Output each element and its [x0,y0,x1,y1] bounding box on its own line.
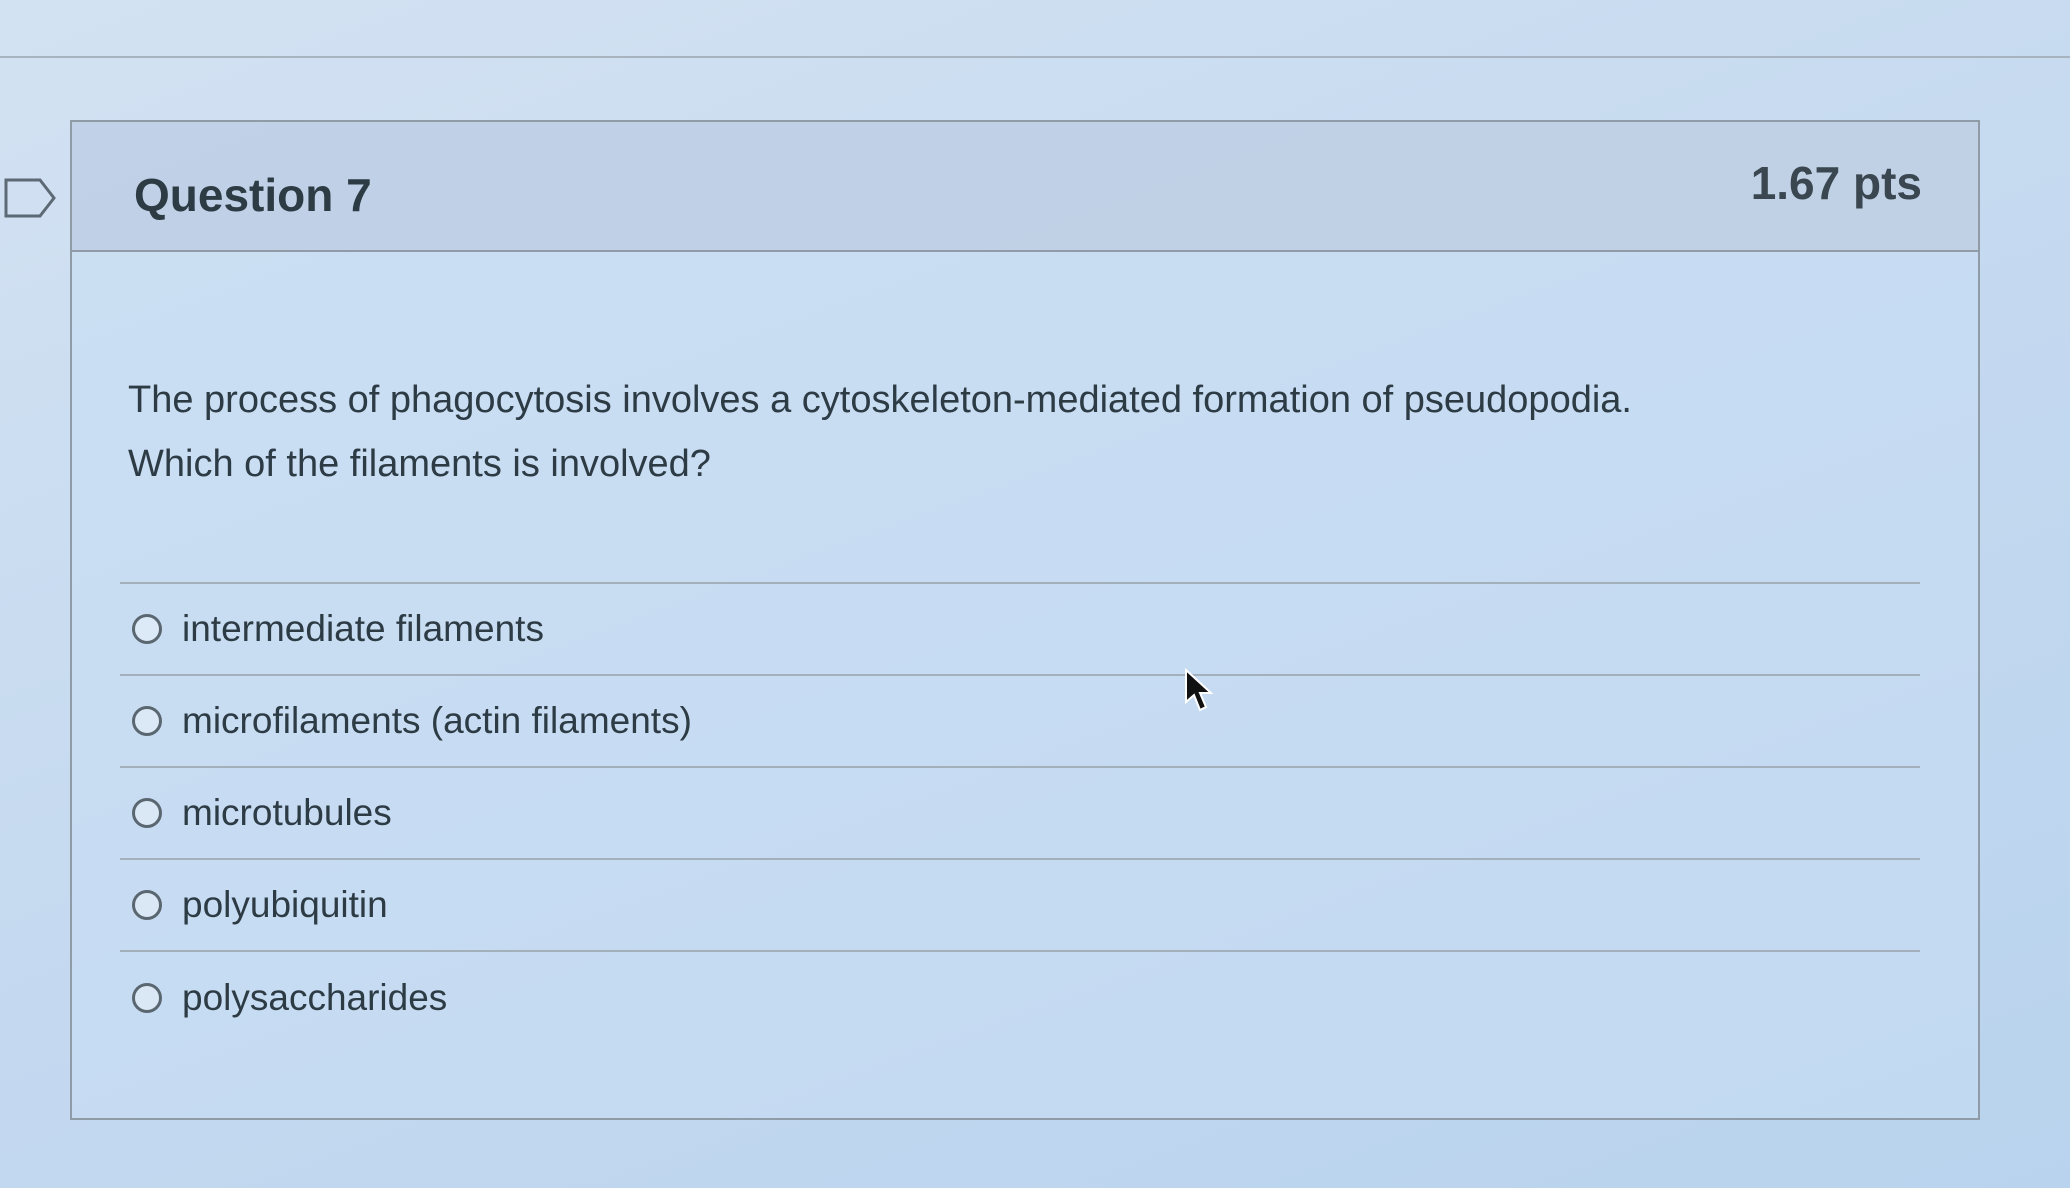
answer-label[interactable]: polyubiquitin [182,884,388,926]
question-text-line-1: The process of phagocytosis involves a c… [128,379,1632,421]
radio-button[interactable] [132,706,162,736]
answer-label[interactable]: polysaccharides [182,977,447,1019]
radio-button[interactable] [132,614,162,644]
question-card: Question 7 1.67 pts The process of phago… [70,120,1980,1120]
answer-option[interactable]: polyubiquitin [120,860,1920,952]
question-text: The process of phagocytosis involves a c… [128,368,1908,496]
mouse-pointer-icon [1185,668,1214,712]
answer-option[interactable]: microfilaments (actin filaments) [120,676,1920,768]
answer-label[interactable]: microtubules [182,792,392,834]
radio-button[interactable] [132,983,162,1013]
answer-label[interactable]: intermediate filaments [182,608,544,650]
answer-option[interactable]: polysaccharides [120,952,1920,1044]
answer-option[interactable]: intermediate filaments [120,584,1920,676]
page-divider [0,56,2070,58]
question-points: 1.67 pts [1750,157,1922,209]
question-header: Question 7 1.67 pts [72,122,1978,252]
flag-question-icon[interactable] [4,178,56,218]
question-title: Question 7 [134,169,372,221]
answer-option[interactable]: microtubules [120,768,1920,860]
question-text-line-2: Which of the filaments is involved? [128,443,711,485]
radio-button[interactable] [132,890,162,920]
answer-list: intermediate filaments microfilaments (a… [120,582,1920,1044]
radio-button[interactable] [132,798,162,828]
answer-label[interactable]: microfilaments (actin filaments) [182,700,692,742]
